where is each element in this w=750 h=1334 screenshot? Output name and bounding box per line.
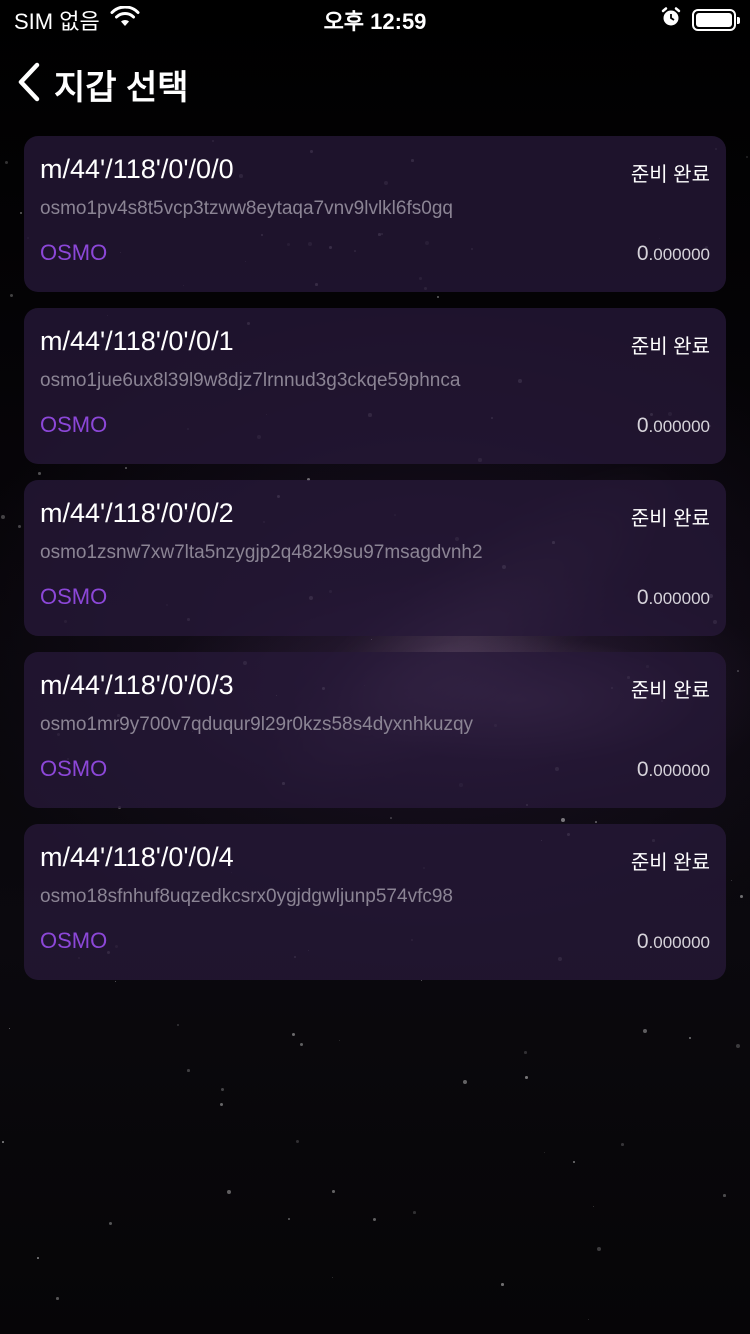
wallet-address: osmo1jue6ux8l39l9w8djz7lrnnud3g3ckqe59ph… — [40, 370, 461, 391]
wallet-select-screen: SIM 없음 오후 12:59 지갑 선택 m/44'/118'/0'/0/0 … — [0, 0, 750, 1334]
wallet-balance: 0.000000 — [636, 242, 710, 265]
star-dot — [221, 1088, 225, 1092]
wallet-balance: 0.000000 — [636, 758, 710, 781]
star-dot — [220, 1103, 223, 1106]
star-dot — [18, 525, 21, 528]
wallet-address: osmo1mr9y700v7qduqur9l29r0kzs58s4dyxnhku… — [40, 714, 474, 735]
star-dot — [573, 1161, 575, 1163]
star-dot — [56, 1297, 59, 1300]
star-dot — [115, 981, 117, 983]
star-dot — [736, 1044, 740, 1048]
wallet-status: 준비 완료 — [630, 852, 710, 874]
star-dot — [643, 1029, 648, 1034]
star-dot — [524, 1051, 527, 1054]
wallet-balance: 0.000000 — [636, 930, 710, 953]
wallet-card-0[interactable]: m/44'/118'/0'/0/0 준비 완료 osmo1pv4s8t5vcp3… — [24, 136, 726, 292]
wallet-address: osmo18sfnhuf8uqzedkcsrx0ygjdgwljunp574vf… — [40, 886, 453, 907]
star-dot — [723, 1194, 726, 1197]
wallet-denom: OSMO — [40, 412, 108, 437]
star-dot — [187, 1069, 190, 1072]
star-dot — [9, 1028, 11, 1030]
star-dot — [421, 980, 423, 982]
star-dot — [288, 1218, 291, 1221]
wallet-denom: OSMO — [40, 240, 108, 265]
star-dot — [177, 1024, 179, 1026]
star-dot — [296, 1140, 300, 1144]
wallet-card-4[interactable]: m/44'/118'/0'/0/4 준비 완료 osmo18sfnhuf8uqz… — [24, 824, 726, 980]
alarm-icon — [660, 6, 682, 34]
back-button[interactable]: 지갑 선택 — [16, 60, 189, 109]
star-dot — [544, 1152, 546, 1154]
star-dot — [37, 1257, 39, 1259]
star-dot — [597, 1247, 602, 1252]
star-dot — [339, 1040, 341, 1042]
nav-bar: 지갑 선택 — [0, 40, 750, 128]
chevron-left-icon — [16, 62, 42, 107]
star-dot — [621, 1143, 624, 1146]
star-dot — [20, 212, 23, 215]
wallet-address: osmo1zsnw7xw7lta5nzygjp2q482k9su97msagdv… — [40, 542, 483, 563]
wallet-path: m/44'/118'/0'/0/1 — [40, 326, 234, 356]
wallet-balance: 0.000000 — [636, 414, 710, 437]
star-dot — [5, 161, 9, 165]
wallet-path: m/44'/118'/0'/0/3 — [40, 670, 234, 700]
wallet-denom: OSMO — [40, 584, 108, 609]
star-dot — [740, 895, 743, 898]
wallet-path: m/44'/118'/0'/0/4 — [40, 842, 234, 872]
wallet-path: m/44'/118'/0'/0/0 — [40, 154, 234, 184]
star-dot — [332, 1190, 335, 1193]
star-dot — [373, 1218, 377, 1222]
star-dot — [10, 294, 14, 298]
star-dot — [689, 1037, 692, 1040]
star-dot — [525, 1076, 528, 1079]
star-dot — [593, 1206, 595, 1208]
star-dot — [2, 1141, 4, 1143]
star-dot — [292, 1033, 296, 1037]
star-dot — [109, 1222, 113, 1226]
star-dot — [1, 515, 6, 520]
wallet-denom: OSMO — [40, 756, 108, 781]
wallet-address: osmo1pv4s8t5vcp3tzww8eytaqa7vnv9lvlkl6fs… — [40, 198, 453, 219]
star-dot — [332, 1277, 334, 1279]
wallet-card-1[interactable]: m/44'/118'/0'/0/1 준비 완료 osmo1jue6ux8l39l… — [24, 308, 726, 464]
star-dot — [501, 1283, 504, 1286]
page-title: 지갑 선택 — [54, 68, 189, 107]
wallet-status: 준비 완료 — [630, 508, 710, 530]
wallet-status: 준비 완료 — [630, 680, 710, 702]
star-dot — [413, 1211, 416, 1214]
status-bar: SIM 없음 오후 12:59 — [0, 0, 750, 40]
star-dot — [746, 156, 749, 159]
star-dot — [227, 1190, 232, 1195]
wifi-icon — [110, 5, 140, 34]
wallet-denom: OSMO — [40, 928, 108, 953]
star-dot — [588, 1319, 590, 1321]
wallet-path: m/44'/118'/0'/0/2 — [40, 498, 234, 528]
wallet-card-3[interactable]: m/44'/118'/0'/0/3 준비 완료 osmo1mr9y700v7qd… — [24, 652, 726, 808]
star-dot — [463, 1080, 468, 1085]
wallet-status: 준비 완료 — [630, 336, 710, 358]
battery-icon — [692, 9, 740, 31]
wallet-status: 준비 완료 — [630, 164, 710, 186]
star-dot — [737, 670, 739, 672]
wallet-card-2[interactable]: m/44'/118'/0'/0/2 준비 완료 osmo1zsnw7xw7lta… — [24, 480, 726, 636]
star-dot — [300, 1043, 304, 1047]
carrier-label: SIM 없음 — [14, 9, 100, 34]
star-dot — [731, 880, 732, 881]
wallet-balance: 0.000000 — [636, 586, 710, 609]
wallet-list: m/44'/118'/0'/0/0 준비 완료 osmo1pv4s8t5vcp3… — [24, 136, 726, 980]
